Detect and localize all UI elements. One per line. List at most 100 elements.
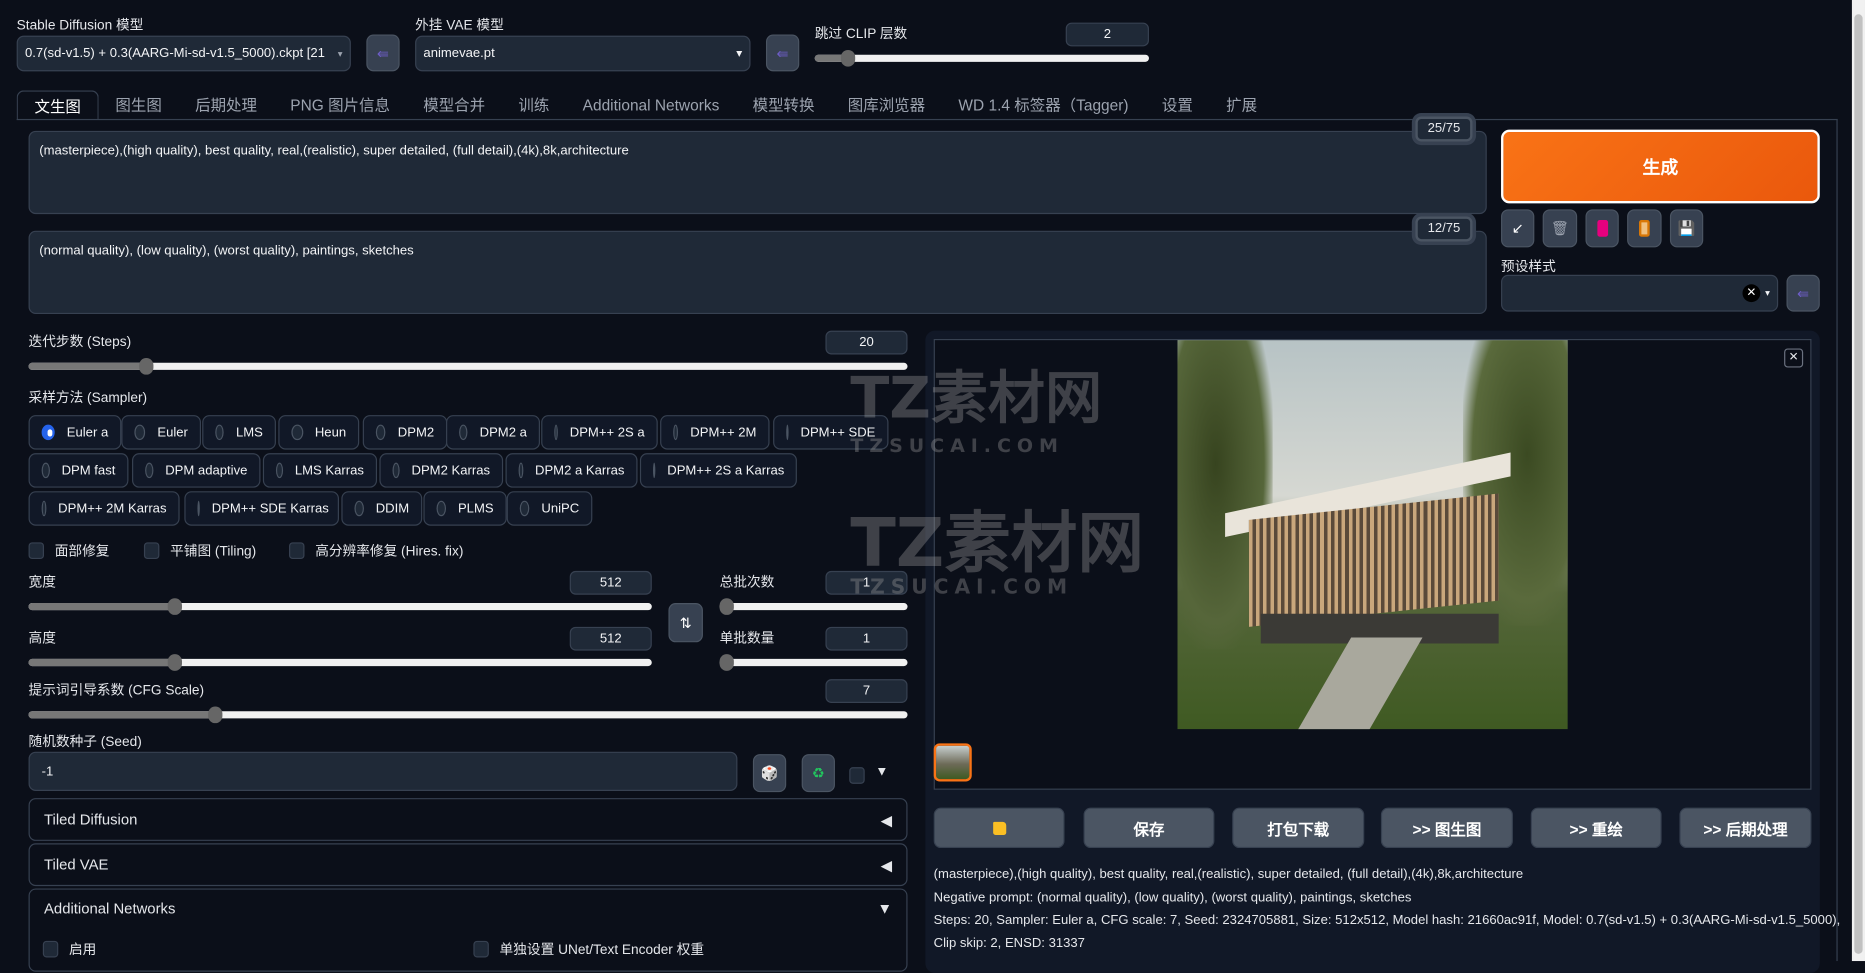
- sampler-option[interactable]: UniPC: [506, 491, 593, 526]
- apply-style-button[interactable]: [1627, 209, 1662, 248]
- tiled-diffusion-accordion[interactable]: Tiled Diffusion ◀: [28, 798, 908, 841]
- tiling-checkbox[interactable]: 平铺图 (Tiling): [143, 541, 256, 560]
- sampler-option[interactable]: LMS Karras: [262, 453, 378, 488]
- sampler-option[interactable]: DPM2: [362, 415, 448, 450]
- tab-11[interactable]: 扩展: [1209, 90, 1273, 120]
- scrollbar-track[interactable]: [1851, 0, 1865, 962]
- checkbox-box[interactable]: [143, 542, 160, 560]
- radio-circle[interactable]: [291, 424, 303, 441]
- reuse-seed-button[interactable]: ♻: [801, 754, 835, 793]
- batch-size-input[interactable]: 1: [825, 626, 908, 651]
- gallery-thumbnail[interactable]: [933, 743, 972, 782]
- radio-circle[interactable]: [459, 424, 468, 441]
- refresh-sd-model-button[interactable]: ⇚: [366, 34, 400, 72]
- radio-circle[interactable]: [519, 500, 530, 517]
- tab-8[interactable]: 图库浏览器: [831, 90, 942, 120]
- extra-seed-checkbox[interactable]: [849, 767, 865, 784]
- face-restore-checkbox[interactable]: 面部修复: [28, 541, 110, 560]
- sampler-option[interactable]: Euler a: [28, 415, 122, 450]
- slider-thumb[interactable]: [841, 49, 856, 67]
- separate-weights-checkbox[interactable]: 单独设置 UNet/Text Encoder 权重: [473, 940, 704, 959]
- random-seed-button[interactable]: 🎲: [752, 754, 787, 793]
- generate-button[interactable]: 生成: [1501, 129, 1820, 204]
- vae-dropdown[interactable]: animevae.pt ▾: [415, 35, 751, 72]
- radio-circle[interactable]: [375, 424, 386, 441]
- scrollbar-thumb[interactable]: [1854, 14, 1863, 954]
- radio-circle[interactable]: [215, 424, 225, 441]
- hires-fix-checkbox[interactable]: 高分辨率修复 (Hires. fix): [289, 541, 463, 560]
- enable-checkbox[interactable]: 启用: [42, 940, 96, 959]
- clear-prompt-button[interactable]: 🗑: [1542, 209, 1578, 248]
- sampler-option[interactable]: DPM2 a: [446, 415, 540, 450]
- additional-networks-accordion[interactable]: Additional Networks ▼: [28, 888, 908, 972]
- tab-0[interactable]: 文生图: [16, 90, 99, 121]
- sampler-option[interactable]: DPM++ SDE: [773, 415, 889, 450]
- tiled-vae-accordion[interactable]: Tiled VAE ◀: [28, 843, 908, 887]
- width-input[interactable]: 512: [569, 570, 652, 595]
- radio-circle[interactable]: [518, 462, 524, 479]
- close-image-button[interactable]: ✕: [1784, 348, 1804, 368]
- prompt-textarea[interactable]: (masterpiece),(high quality), best quali…: [28, 130, 1487, 215]
- slider-thumb[interactable]: [719, 654, 734, 671]
- slider-thumb[interactable]: [139, 358, 154, 375]
- height-input[interactable]: 512: [569, 626, 652, 651]
- checkbox-box[interactable]: [28, 542, 45, 560]
- tab-6[interactable]: Additional Networks: [566, 90, 736, 120]
- tab-4[interactable]: 模型合并: [407, 90, 502, 120]
- checkbox-box[interactable]: [473, 940, 489, 958]
- negative-prompt-textarea[interactable]: (normal quality), (low quality), (worst …: [28, 230, 1487, 315]
- show-extra-networks-button[interactable]: [1585, 209, 1619, 248]
- radio-circle[interactable]: [41, 462, 50, 479]
- steps-input[interactable]: 20: [825, 330, 908, 355]
- cfg-input[interactable]: 7: [825, 679, 908, 703]
- clip-skip-slider[interactable]: [814, 49, 1149, 67]
- save-button[interactable]: 保存: [1083, 807, 1215, 849]
- refresh-vae-button[interactable]: ⇚: [765, 34, 800, 72]
- sampler-option[interactable]: DPM++ 2M Karras: [28, 491, 180, 526]
- checkbox-box[interactable]: [289, 542, 305, 560]
- radio-circle[interactable]: [134, 424, 146, 441]
- width-slider[interactable]: [28, 598, 652, 615]
- radio-circle[interactable]: [554, 424, 558, 441]
- tab-3[interactable]: PNG 图片信息: [274, 90, 407, 120]
- radio-circle[interactable]: [145, 462, 154, 479]
- send-to-extras-button[interactable]: >> 后期处理: [1679, 807, 1812, 849]
- tab-1[interactable]: 图生图: [99, 90, 179, 120]
- clear-icon[interactable]: ✕: [1742, 284, 1761, 303]
- slider-thumb[interactable]: [207, 706, 223, 724]
- sampler-option[interactable]: DPM fast: [28, 453, 129, 488]
- radio-circle[interactable]: [673, 424, 679, 441]
- sampler-option[interactable]: DDIM: [341, 491, 423, 526]
- radio-circle[interactable]: [652, 462, 656, 479]
- sampler-option[interactable]: PLMS: [423, 491, 507, 526]
- sampler-option[interactable]: DPM2 Karras: [379, 453, 504, 488]
- radio-circle[interactable]: [392, 462, 400, 479]
- steps-slider[interactable]: [28, 358, 908, 375]
- read-params-button[interactable]: ↙: [1501, 209, 1535, 248]
- tab-7[interactable]: 模型转换: [736, 90, 831, 120]
- sampler-option[interactable]: DPM++ 2S a Karras: [639, 453, 797, 488]
- sampler-option[interactable]: DPM adaptive: [132, 453, 261, 488]
- save-style-button[interactable]: 💾: [1669, 209, 1704, 248]
- seed-input[interactable]: -1: [28, 751, 738, 791]
- sampler-option[interactable]: DPM++ SDE Karras: [184, 491, 339, 526]
- tab-10[interactable]: 设置: [1145, 90, 1209, 120]
- radio-circle[interactable]: [436, 500, 447, 517]
- sampler-option[interactable]: DPM++ 2S a: [541, 415, 658, 450]
- send-to-img2img-button[interactable]: >> 图生图: [1380, 807, 1513, 849]
- batch-count-input[interactable]: 1: [825, 570, 908, 595]
- radio-circle[interactable]: [41, 500, 47, 517]
- clip-skip-input[interactable]: 2: [1065, 22, 1149, 47]
- radio-circle[interactable]: [41, 424, 55, 441]
- radio-circle[interactable]: [786, 424, 789, 441]
- sampler-option[interactable]: LMS: [202, 415, 276, 450]
- send-to-inpaint-button[interactable]: >> 重绘: [1530, 807, 1662, 849]
- sampler-option[interactable]: Euler: [121, 415, 202, 450]
- sampler-option[interactable]: Heun: [278, 415, 360, 450]
- sampler-option[interactable]: DPM2 a Karras: [505, 453, 638, 488]
- generated-image[interactable]: [1177, 340, 1568, 730]
- radio-circle[interactable]: [275, 462, 283, 479]
- batch-size-slider[interactable]: [719, 654, 908, 671]
- batch-count-slider[interactable]: [719, 598, 908, 615]
- tab-9[interactable]: WD 1.4 标签器（Tagger): [942, 90, 1145, 120]
